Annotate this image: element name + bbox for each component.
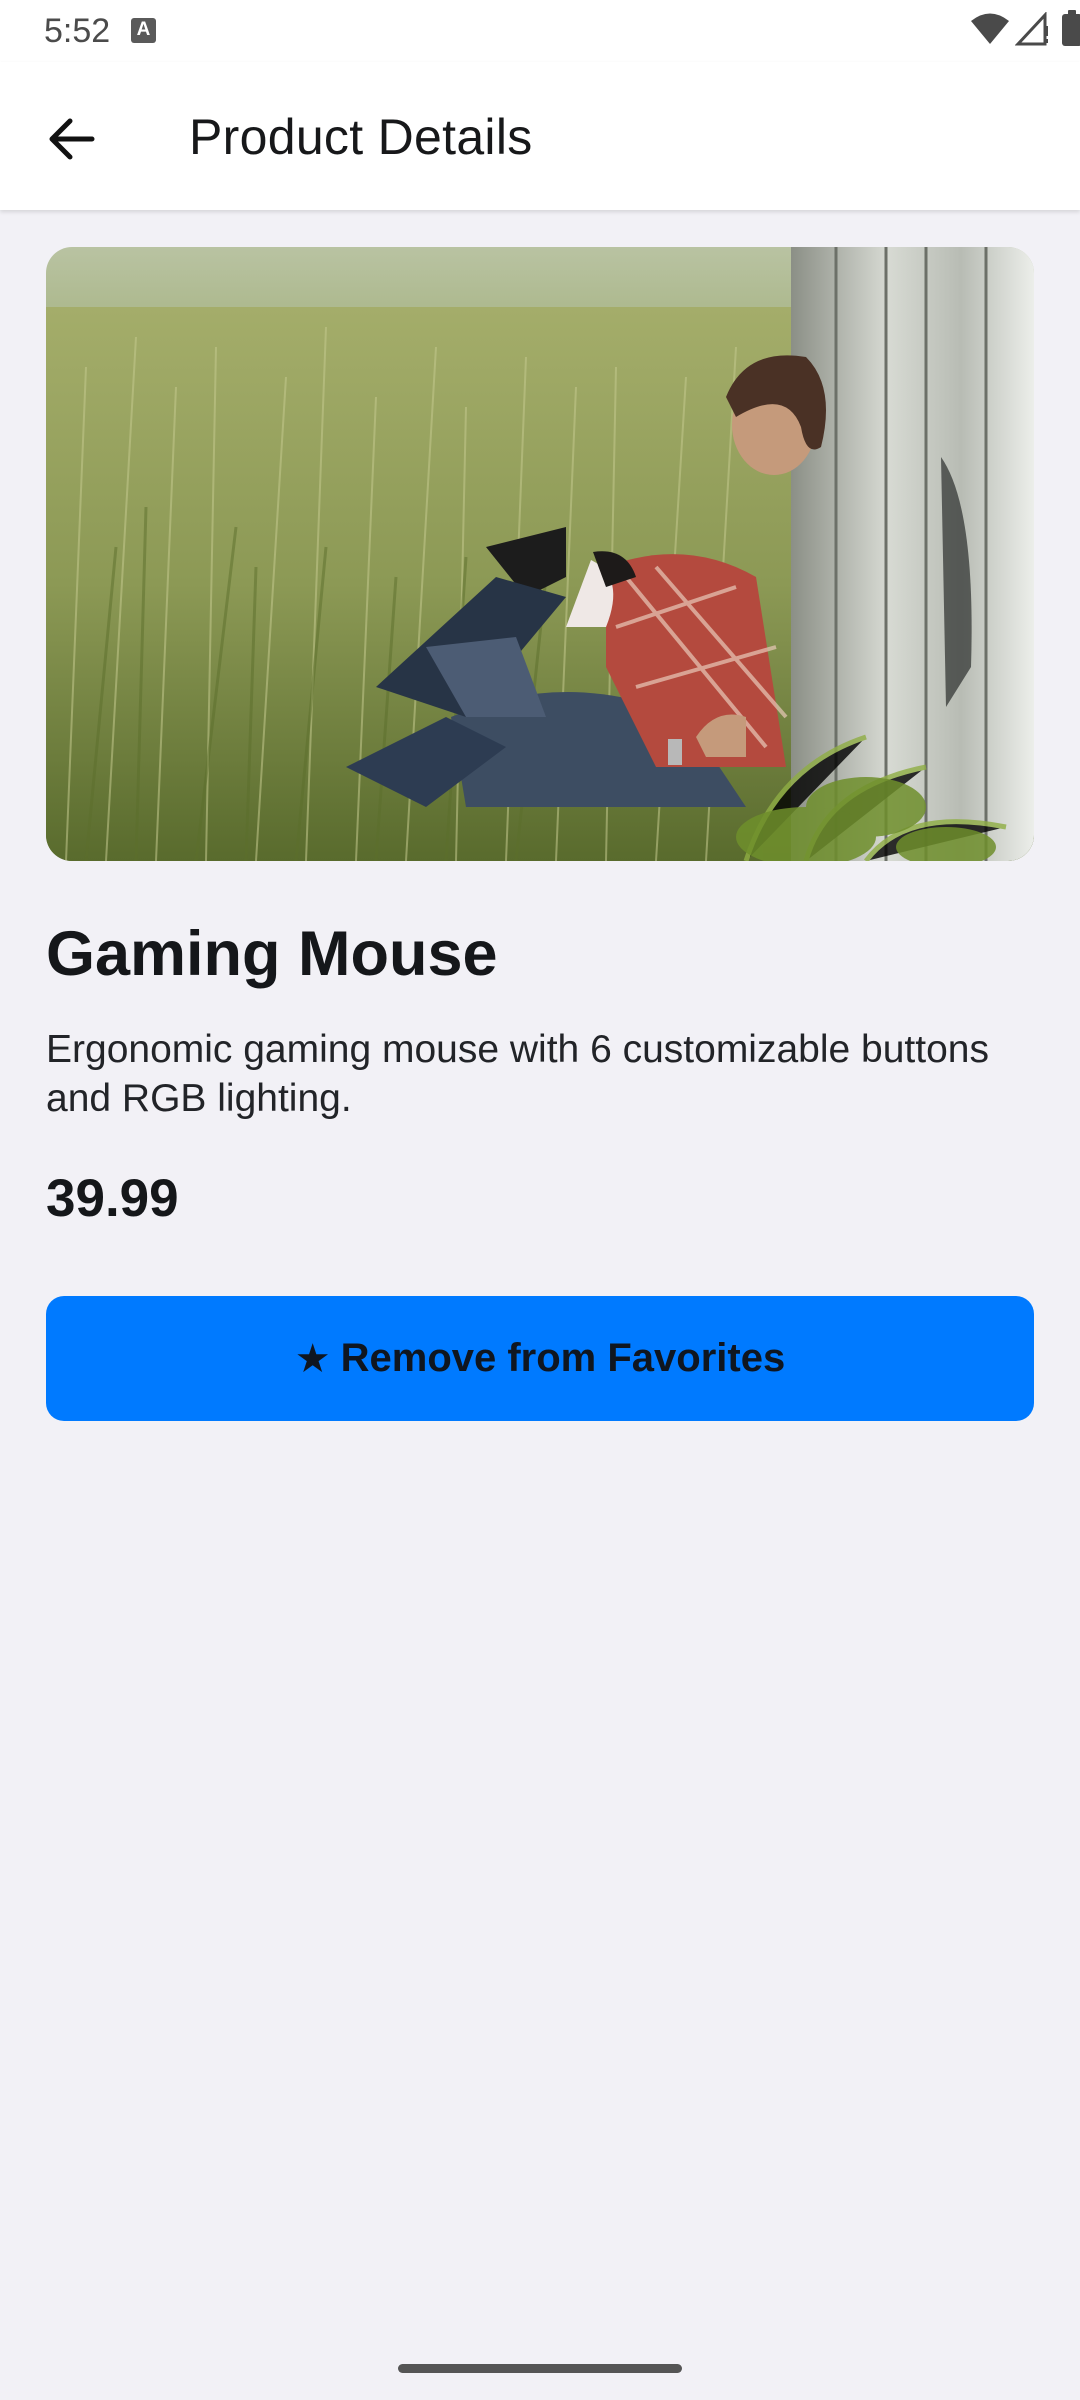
app-bar: Product Details: [0, 62, 1080, 210]
home-indicator[interactable]: [398, 2364, 682, 2373]
signal-icon: [1015, 12, 1048, 46]
page-title: Product Details: [189, 109, 533, 165]
favorite-button-label: Remove from Favorites: [340, 1336, 786, 1380]
back-button[interactable]: [32, 99, 112, 179]
a-notification-icon: [131, 18, 156, 43]
arrow-left-icon: [49, 118, 95, 160]
remove-from-favorites-button[interactable]: ★ Remove from Favorites: [46, 1296, 1034, 1421]
status-icons: [880, 10, 1080, 50]
status-bar: 5:52: [0, 0, 1080, 62]
product-price: 39.99: [46, 1169, 179, 1228]
product-description: Ergonomic gaming mouse with 6 customizab…: [46, 1028, 989, 1120]
status-time: 5:52: [44, 12, 111, 50]
product-photo: [46, 247, 1034, 861]
wifi-icon: [971, 13, 1009, 44]
product-image: [46, 247, 1034, 861]
battery-icon: [1062, 10, 1080, 46]
product-name: Gaming Mouse: [46, 919, 498, 989]
star-icon: ★: [294, 1336, 331, 1381]
